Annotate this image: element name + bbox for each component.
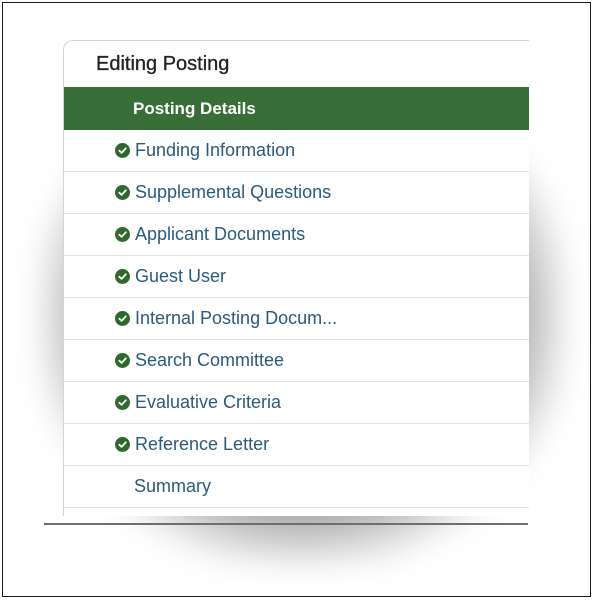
nav-item-funding-information[interactable]: Funding Information (64, 130, 529, 172)
nav-item-label: Posting Details (133, 98, 256, 118)
nav-item-summary[interactable]: Summary (64, 466, 529, 508)
nav-item-reference-letter[interactable]: Reference Letter (64, 424, 529, 466)
nav-item-evaluative-criteria[interactable]: Evaluative Criteria (64, 382, 529, 424)
panel-bottom-divider (44, 523, 528, 525)
nav-item-applicant-documents[interactable]: Applicant Documents (64, 214, 529, 256)
nav-item-label: Internal Posting Docum... (135, 308, 338, 328)
panel-title: Editing Posting (96, 52, 230, 75)
nav-item-label: Guest User (135, 266, 227, 286)
editing-posting-nav-panel: Editing Posting Posting Details Funding … (63, 40, 529, 516)
check-circle-icon (115, 311, 130, 326)
nav-item-posting-details[interactable]: Posting Details (64, 87, 529, 130)
nav-item-supplemental-questions[interactable]: Supplemental Questions (64, 172, 529, 214)
nav-item-label: Funding Information (135, 140, 296, 160)
check-circle-icon (115, 185, 130, 200)
nav-item-label: Applicant Documents (135, 224, 306, 244)
nav-item-search-committee[interactable]: Search Committee (64, 340, 529, 382)
nav-item-label: Summary (134, 476, 212, 496)
check-circle-icon (115, 143, 130, 158)
check-circle-icon (115, 269, 130, 284)
check-circle-icon (115, 395, 130, 410)
check-circle-icon (115, 227, 130, 242)
nav-item-label: Search Committee (135, 350, 285, 370)
check-circle-icon (115, 437, 130, 452)
nav-item-guest-user[interactable]: Guest User (64, 256, 529, 298)
nav-item-label: Reference Letter (135, 434, 270, 454)
nav-item-label: Evaluative Criteria (135, 392, 282, 412)
nav-item-label: Supplemental Questions (135, 182, 332, 202)
check-circle-icon (115, 353, 130, 368)
nav-item-internal-posting-documents[interactable]: Internal Posting Docum... (64, 298, 529, 340)
